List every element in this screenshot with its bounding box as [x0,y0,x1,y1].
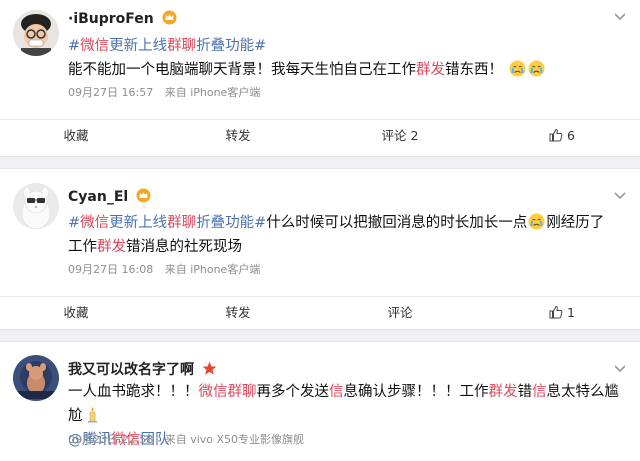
hashtag[interactable]: #微信更新上线群聊折叠功能# [68,215,266,231]
post-source: 来自 vivo X50专业影像旗舰 [164,433,305,446]
crown-badge-icon [162,10,177,29]
post-date: 09月27日 16:08 [68,263,154,276]
user-name[interactable]: ·iBuproFen [68,10,177,29]
chevron-down-icon[interactable] [612,360,628,376]
hashtag[interactable]: #微信更新上线群聊折叠功能# [68,38,266,54]
crown-badge-icon [136,188,151,207]
post-meta: 09月23日 22:58 来自 vivo X50专业影像旗舰 [68,431,312,447]
star-badge-icon [202,361,217,380]
user-name[interactable]: Cyan_El [68,188,151,207]
user-name-text[interactable]: Cyan_El [68,189,128,205]
crying-emoji-icon [509,60,526,77]
repost-label: 转发 [225,305,251,320]
post-meta: 09月27日 16:57 来自 iPhone客户端 [68,84,268,100]
post-card: 我又可以改名字了啊 一人血书跪求！！！微信群聊再多个发送信息确认步骤！！！工作群… [0,342,640,461]
fav-button[interactable]: 收藏 [18,120,134,152]
chevron-down-icon[interactable] [612,187,628,203]
chevron-down-icon[interactable] [612,8,628,24]
user-name[interactable]: 我又可以改名字了啊 [68,359,217,380]
crying-emoji-icon [528,213,545,230]
comment-button[interactable]: 评论 [342,297,458,329]
comment-label: 评论 2 [381,128,419,143]
fav-button[interactable]: 收藏 [18,297,134,329]
fav-label: 收藏 [63,305,89,320]
avatar[interactable] [13,355,59,401]
comment-button[interactable]: 评论 2 [342,120,458,152]
like-icon [549,128,563,142]
user-name-text[interactable]: ·iBuproFen [68,11,154,27]
post-date: 09月23日 22:58 [68,433,154,446]
post-text: #微信更新上线群聊折叠功能# 能不能加一个电脑端聊天背景！我每天生怕自己在工作群… [68,34,628,82]
like-icon [549,305,563,319]
post-source: 来自 iPhone客户端 [164,86,261,99]
post-source: 来自 iPhone客户端 [164,263,261,276]
candle-emoji-icon [84,406,101,423]
avatar[interactable] [13,10,59,56]
comment-label: 评论 [387,305,413,320]
post-text: #微信更新上线群聊折叠功能#什么时候可以把撤回消息的时长加长一点 刚经历了工作群发… [68,213,605,255]
post-date: 09月27日 16:57 [68,86,154,99]
crying-emoji-icon [528,60,545,77]
like-button[interactable]: 1 [504,297,620,329]
action-bar: 收藏 转发 评论 1 [0,296,640,329]
separator [0,329,640,342]
repost-button[interactable]: 转发 [180,297,296,329]
separator [0,156,640,169]
like-count: 1 [567,305,575,320]
action-bar: 收藏 转发 评论 2 6 [0,119,640,152]
like-button[interactable]: 6 [504,120,620,152]
post-card: Cyan_El #微信更新上线群聊折叠功能#什么时候可以把撤回消息的时长加长一点… [0,169,640,329]
repost-button[interactable]: 转发 [180,120,296,152]
post-card: ·iBuproFen #微信更新上线群聊折叠功能# 能不能加一个电脑端聊天背景！… [0,0,640,156]
user-name-text[interactable]: 我又可以改名字了啊 [68,362,194,378]
repost-label: 转发 [225,128,251,143]
fav-label: 收藏 [63,128,89,143]
like-count: 6 [567,128,575,143]
post-meta: 09月27日 16:08 来自 iPhone客户端 [68,261,268,277]
avatar[interactable] [13,183,59,229]
